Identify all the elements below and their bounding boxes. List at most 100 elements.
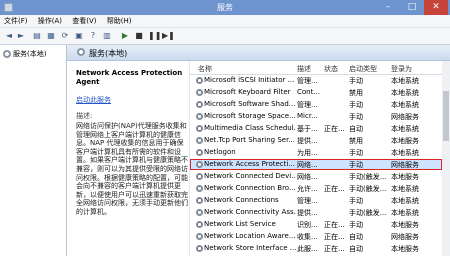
properties-icon[interactable]: ▦ bbox=[46, 31, 56, 41]
forward-icon[interactable]: ► bbox=[16, 31, 26, 41]
service-desc-cell: Cont... bbox=[297, 88, 321, 96]
menu-file[interactable]: 文件(F) bbox=[0, 15, 32, 27]
service-gear-icon bbox=[196, 197, 203, 204]
service-row[interactable]: Microsoft Keyboard Filter Cont... 禁用 本地系统 bbox=[190, 87, 442, 98]
services-header: 服务(本地) bbox=[67, 45, 450, 61]
export-list-icon[interactable]: ▣ bbox=[74, 31, 84, 41]
column-status[interactable]: 状态 bbox=[324, 64, 338, 74]
scrollbar-thumb[interactable] bbox=[443, 91, 449, 141]
service-row[interactable]: Network Connections 管理... 手动 本地系统 bbox=[190, 195, 442, 206]
minimize-icon[interactable]: – bbox=[376, 0, 400, 15]
toolbar: ◄ ► ▤ ▦ ⟳ ▣ ? ▥ ▶ ■ ❚❚ ▶❚ bbox=[0, 28, 450, 45]
service-logon-cell: 本地系统 bbox=[391, 89, 419, 97]
service-row[interactable]: Multimedia Class Schedul... 基于... 正在... 自动 本… bbox=[190, 123, 442, 134]
service-name-cell: Network List Service bbox=[204, 220, 276, 228]
details-pane: Network Access Protection Agent 启动此服务 描述… bbox=[67, 61, 189, 256]
tree-node-services-local[interactable]: 服务(本地) bbox=[3, 49, 46, 59]
service-desc-cell: 收集... bbox=[297, 233, 318, 241]
service-row[interactable]: Net.Tcp Port Sharing Ser... 提供... 禁用 本地服务 bbox=[190, 135, 442, 146]
service-gear-icon bbox=[196, 209, 203, 216]
column-description[interactable]: 描述 bbox=[297, 64, 311, 74]
service-row[interactable]: Network Connection Bro... 允许... 正在... 手动(触发… bbox=[190, 183, 442, 194]
start-service-link[interactable]: 启动此服务 bbox=[76, 95, 111, 105]
service-gear-icon bbox=[196, 221, 203, 228]
service-row[interactable]: Network Location Aware... 收集... 正在... 自动 网络服… bbox=[190, 231, 442, 242]
service-desc-cell: 提供... bbox=[297, 209, 318, 217]
service-startup-cell: 自动 bbox=[349, 125, 363, 133]
restart-service-icon[interactable]: ▶❚ bbox=[162, 31, 175, 41]
menu-bar: 文件(F) 操作(A) 查看(V) 帮助(H) bbox=[0, 15, 450, 28]
service-gear-icon bbox=[196, 185, 203, 192]
column-log-on-as[interactable]: 登录为 bbox=[391, 64, 412, 74]
tree-node-label: 服务(本地) bbox=[13, 50, 47, 58]
column-name[interactable]: 名称 bbox=[198, 64, 212, 74]
service-startup-cell: 手动 bbox=[349, 77, 363, 85]
service-startup-cell: 手动 bbox=[349, 161, 363, 169]
service-status-cell: 正在... bbox=[324, 221, 345, 229]
service-startup-cell: 手动(触发... bbox=[349, 173, 387, 181]
service-gear-icon bbox=[196, 125, 203, 132]
gear-icon bbox=[77, 48, 85, 56]
service-status-cell: 正在... bbox=[324, 185, 345, 193]
service-logon-cell: 网络服务 bbox=[391, 113, 419, 121]
description-label: 描述: bbox=[76, 112, 93, 120]
service-gear-icon bbox=[196, 89, 203, 96]
column-header-row: 名称 描述 状态 启动类型 登录为 bbox=[190, 61, 442, 75]
service-desc-cell: 基于... bbox=[297, 125, 318, 133]
service-row[interactable]: Microsoft iSCSI Initiator ... 管理... 手动 本地系统 bbox=[190, 75, 442, 86]
maximize-icon[interactable]: □ bbox=[400, 0, 424, 15]
service-gear-icon bbox=[196, 173, 203, 180]
refresh-icon[interactable]: ⟳ bbox=[60, 31, 70, 41]
service-name-cell: Network Access Protecti... bbox=[204, 160, 296, 168]
service-desc-cell: 此服... bbox=[297, 245, 318, 253]
service-row[interactable]: Network Store Interface ... 此服... 正在... 自动 本… bbox=[190, 243, 442, 254]
service-name-cell: Microsoft Keyboard Filter bbox=[204, 88, 291, 96]
service-logon-cell: 网络服务 bbox=[391, 161, 419, 169]
column-startup-type[interactable]: 启动类型 bbox=[349, 64, 377, 74]
service-name: Network Access Protection Agent bbox=[76, 69, 183, 86]
service-startup-cell: 手动 bbox=[349, 221, 363, 229]
stop-service-icon[interactable]: ■ bbox=[134, 31, 144, 41]
service-gear-icon bbox=[196, 137, 203, 144]
service-logon-cell: 本地服务 bbox=[391, 137, 419, 145]
service-desc-cell: 识别... bbox=[297, 221, 318, 229]
title-bar: 服务 – □ ✕ bbox=[0, 0, 450, 15]
service-startup-cell: 手动 bbox=[349, 101, 363, 109]
service-logon-cell: 本地系统 bbox=[391, 209, 419, 217]
service-desc-cell: 管理... bbox=[297, 77, 318, 85]
service-row[interactable]: Network Access Protecti... 网络... 手动 网络服务 bbox=[190, 159, 442, 170]
service-row[interactable]: Network Connectivity Ass... 提供... 手动(触发...… bbox=[190, 207, 442, 218]
menu-view[interactable]: 查看(V) bbox=[68, 15, 100, 27]
service-status-cell: 正在... bbox=[324, 125, 345, 133]
back-icon[interactable]: ◄ bbox=[4, 31, 14, 41]
service-name-cell: Microsoft Storage Space... bbox=[204, 112, 296, 120]
service-gear-icon bbox=[196, 149, 203, 156]
service-name-cell: Netlogon bbox=[204, 148, 236, 156]
service-row[interactable]: Network List Service 识别... 正在... 手动 本地服务 bbox=[190, 219, 442, 230]
help-icon[interactable]: ? bbox=[88, 31, 98, 41]
service-row[interactable]: Network Connected Devi... 网络... 手动(触发... 本地… bbox=[190, 171, 442, 182]
service-startup-cell: 自动 bbox=[349, 233, 363, 241]
pause-service-icon[interactable]: ❚❚ bbox=[148, 31, 161, 41]
close-icon[interactable]: ✕ bbox=[424, 0, 448, 15]
grid-icon[interactable]: ▥ bbox=[102, 31, 112, 41]
menu-help[interactable]: 帮助(H) bbox=[103, 15, 136, 27]
start-service-icon[interactable]: ▶ bbox=[120, 31, 130, 41]
service-status-cell: 正在... bbox=[324, 233, 345, 241]
service-name-cell: Network Connection Bro... bbox=[204, 184, 296, 192]
service-name-cell: Network Location Aware... bbox=[204, 232, 296, 240]
menu-action[interactable]: 操作(A) bbox=[34, 15, 66, 27]
service-logon-cell: 本地系统 bbox=[391, 125, 419, 133]
service-row[interactable]: Netlogon 为用... 手动 本地系统 bbox=[190, 147, 442, 158]
header-label: 服务(本地) bbox=[89, 49, 128, 58]
vertical-scrollbar[interactable] bbox=[442, 61, 450, 256]
gear-icon bbox=[3, 50, 11, 58]
service-startup-cell: 手动(触发... bbox=[349, 185, 387, 193]
service-startup-cell: 禁用 bbox=[349, 137, 363, 145]
service-row[interactable]: Microsoft Storage Space... Micr... 手动 网络服务 bbox=[190, 111, 442, 122]
service-name-cell: Net.Tcp Port Sharing Ser... bbox=[204, 136, 295, 144]
console-tree-icon[interactable]: ▤ bbox=[32, 31, 42, 41]
service-logon-cell: 本地系统 bbox=[391, 101, 419, 109]
service-row[interactable]: Microsoft Software Shad... 管理... 手动 本地系统 bbox=[190, 99, 442, 110]
service-desc-cell: 为用... bbox=[297, 149, 318, 157]
